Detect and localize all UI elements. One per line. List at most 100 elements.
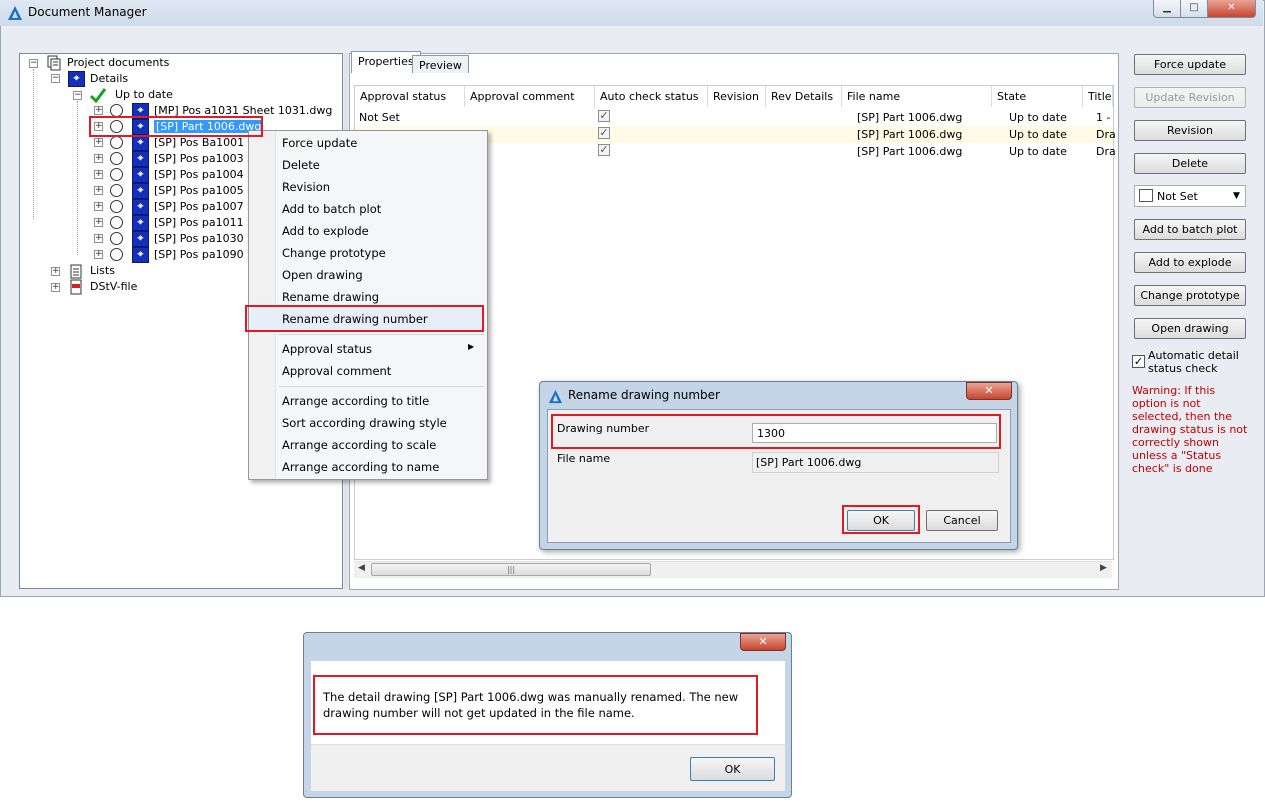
status-circle-icon xyxy=(110,152,123,165)
tree-dstv-label[interactable]: DStV-file xyxy=(90,279,137,295)
file-name-cell[interactable]: [SP] Part 1006.dwg xyxy=(857,127,962,143)
details-expander[interactable]: − xyxy=(51,74,60,83)
tree-item-expander[interactable]: + xyxy=(94,106,103,115)
tree-up-to-date-label[interactable]: Up to date xyxy=(115,87,173,103)
menu-item-sort-by-drawing-style[interactable]: Sort according drawing style xyxy=(282,415,447,431)
highlight-box xyxy=(551,414,1001,449)
auto-check-checkbox[interactable]: ✓ xyxy=(598,127,610,139)
column-header[interactable]: State xyxy=(992,86,1083,107)
menu-item-rename-drawing[interactable]: Rename drawing xyxy=(282,289,379,305)
menu-separator xyxy=(279,334,484,335)
tree-details-label[interactable]: Details xyxy=(90,71,128,87)
approval-status-select-value: Not Set xyxy=(1157,190,1198,203)
tree-item-expander[interactable]: + xyxy=(94,202,103,211)
tree-item-expander[interactable]: + xyxy=(94,170,103,179)
menu-item-approval-comment[interactable]: Approval comment xyxy=(282,363,391,379)
automatic-status-check-checkbox[interactable]: ✓ xyxy=(1132,355,1145,368)
auto-check-checkbox[interactable]: ✓ xyxy=(598,110,610,122)
drawing-icon: ⌖ xyxy=(132,183,149,199)
dstv-expander[interactable]: + xyxy=(51,283,60,292)
tree-item[interactable]: [SP] Pos pa1090 Sh xyxy=(154,247,261,263)
state-cell[interactable]: Up to date xyxy=(1009,110,1067,126)
menu-item-add-to-explode[interactable]: Add to explode xyxy=(282,223,369,239)
lists-expander[interactable]: + xyxy=(51,267,60,276)
scroll-left-icon[interactable]: ◀ xyxy=(358,563,365,573)
minimize-icon: ▁ xyxy=(1163,2,1171,13)
add-to-explode-button[interactable]: Add to explode xyxy=(1134,252,1246,273)
column-header[interactable]: File name xyxy=(842,86,992,107)
menu-item-open-drawing[interactable]: Open drawing xyxy=(282,267,363,283)
dialog-close-button[interactable]: ✕ xyxy=(966,382,1012,400)
cancel-button[interactable]: Cancel xyxy=(926,510,998,531)
tree-item-expander[interactable]: + xyxy=(94,250,103,259)
tree-item-expander[interactable]: + xyxy=(94,154,103,163)
state-cell[interactable]: Up to date xyxy=(1009,127,1067,143)
tree-item[interactable]: [SP] Pos pa1007 Sh xyxy=(154,199,261,215)
auto-check-checkbox[interactable]: ✓ xyxy=(598,144,610,156)
root-expander[interactable]: − xyxy=(29,59,38,68)
delete-button[interactable]: Delete xyxy=(1134,153,1246,174)
message-ok-button[interactable]: OK xyxy=(690,757,775,781)
force-update-button[interactable]: Force update xyxy=(1134,54,1246,75)
tree-item[interactable]: [SP] Pos pa1011 Sh xyxy=(154,215,261,231)
minimize-button[interactable]: ▁ xyxy=(1153,0,1181,18)
scroll-right-icon[interactable]: ▶ xyxy=(1100,563,1107,573)
highlight-box xyxy=(89,116,263,137)
tab-properties[interactable]: Properties xyxy=(351,51,421,73)
state-cell[interactable]: Up to date xyxy=(1009,144,1067,160)
tree-item-expander[interactable]: + xyxy=(94,186,103,195)
column-header[interactable]: Approval comment xyxy=(465,86,595,107)
change-prototype-button[interactable]: Change prototype xyxy=(1134,285,1246,306)
tab-preview[interactable]: Preview xyxy=(412,55,469,73)
tree-lists-label[interactable]: Lists xyxy=(90,263,115,279)
menu-item-delete[interactable]: Delete xyxy=(282,157,320,173)
add-to-batch-plot-button[interactable]: Add to batch plot xyxy=(1134,219,1246,240)
tree-root-label[interactable]: Project documents xyxy=(67,55,169,71)
column-header[interactable]: Rev Details xyxy=(766,86,842,107)
drawing-icon: ⌖ xyxy=(132,247,149,263)
drawing-icon: ⌖ xyxy=(132,215,149,231)
menu-item-revision[interactable]: Revision xyxy=(282,179,330,195)
close-button[interactable]: ✕ xyxy=(1207,0,1256,18)
scrollbar-thumb[interactable]: ||| xyxy=(371,563,651,576)
column-header[interactable]: Auto check status xyxy=(595,86,708,107)
tree-item[interactable]: [SP] Pos pa1030 Sh xyxy=(154,231,261,247)
title-cell[interactable]: 1 - xyxy=(1096,110,1110,126)
update-revision-button[interactable]: Update Revision xyxy=(1134,87,1246,108)
app-logo-icon xyxy=(548,389,563,404)
tree-item[interactable]: [SP] Pos pa1005 Sh xyxy=(154,183,261,199)
revision-button[interactable]: Revision xyxy=(1134,120,1246,141)
maximize-button[interactable]: □ xyxy=(1180,0,1208,18)
tree-item-expander[interactable]: + xyxy=(94,218,103,227)
file-name-cell[interactable]: [SP] Part 1006.dwg xyxy=(857,144,962,160)
menu-item-arrange-by-scale[interactable]: Arrange according to scale xyxy=(282,437,436,453)
open-drawing-button[interactable]: Open drawing xyxy=(1134,318,1246,339)
column-header[interactable]: Approval status xyxy=(355,86,465,107)
tree-item[interactable]: [SP] Pos pa1003 Sh xyxy=(154,151,261,167)
menu-item-arrange-by-name[interactable]: Arrange according to name xyxy=(282,459,439,475)
menu-item-force-update[interactable]: Force update xyxy=(282,135,357,151)
tree-item[interactable]: [SP] Pos Ba1001 Sh xyxy=(154,135,262,151)
tree-item[interactable]: [SP] Pos pa1004 Sh xyxy=(154,167,261,183)
file-name-label: File name xyxy=(557,452,611,465)
file-name-cell[interactable]: [SP] Part 1006.dwg xyxy=(857,110,962,126)
tree-item-expander[interactable]: + xyxy=(94,234,103,243)
chevron-down-icon[interactable]: ▼ xyxy=(1233,191,1240,201)
tree-item-expander[interactable]: + xyxy=(94,138,103,147)
menu-item-arrange-by-title[interactable]: Arrange according to title xyxy=(282,393,429,409)
message-close-button[interactable]: ✕ xyxy=(740,633,786,651)
highlight-box xyxy=(313,675,758,735)
app-logo-icon xyxy=(8,6,22,20)
window-title: Document Manager xyxy=(28,5,147,19)
menu-item-add-to-batch-plot[interactable]: Add to batch plot xyxy=(282,201,381,217)
menu-item-approval-status[interactable]: Approval status xyxy=(282,341,372,357)
column-header[interactable]: Revision xyxy=(708,86,766,107)
drawing-icon: ⌖ xyxy=(132,167,149,183)
menu-item-change-prototype[interactable]: Change prototype xyxy=(282,245,386,261)
title-cell[interactable]: Dra xyxy=(1096,127,1116,143)
title-cell[interactable]: Dra xyxy=(1096,144,1116,160)
up-to-date-expander[interactable]: − xyxy=(73,91,82,100)
title-bar[interactable] xyxy=(0,0,1263,26)
approval-status-cell[interactable]: Not Set xyxy=(359,110,400,126)
column-header[interactable]: Title xyxy=(1083,86,1113,107)
